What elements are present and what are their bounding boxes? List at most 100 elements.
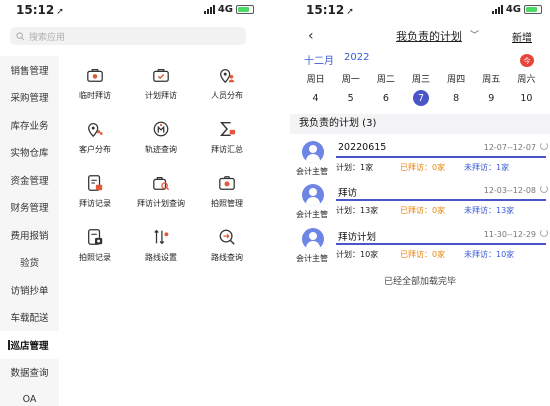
owner-role: 会计主管 <box>296 254 328 263</box>
plan-screen: 15:12 ➚ 4G ‹ 我负责的计划 ﹀ 新增 十二月 2022 今 周日 周一… <box>290 0 550 406</box>
plan-progress-bar <box>336 243 546 245</box>
month-header: 十二月 2022 <box>304 52 369 67</box>
plan-card[interactable]: 会计主管 20220615 12-07--12-07 计划：1家 已拜访：0家 … <box>290 140 550 182</box>
plan-date-range: 12-07--12-07 <box>483 143 536 152</box>
app-grid: 临时拜访 计划拜访 人员分布 客户分布 轨迹查询 拜访汇总 拜访记录 拜访计划查… <box>62 66 260 272</box>
sidebar-item-label: 库存业务 <box>10 120 49 132</box>
app-photo-management[interactable]: 拍照管理 <box>194 174 260 218</box>
app-label: 轨迹查询 <box>145 145 177 154</box>
status-time: 15:12 ➚ <box>16 3 64 17</box>
plan-date-range: 11-30--12-29 <box>483 230 536 239</box>
plan-count: 计划：10家 <box>336 250 379 259</box>
sidebar-item-label: 财务管理 <box>10 203 49 215</box>
app-visit-record[interactable]: 拜访记录 <box>62 174 128 218</box>
back-icon[interactable]: ‹ <box>308 28 314 44</box>
app-label: 拜访记录 <box>79 199 111 208</box>
app-label: 拍照记录 <box>79 253 111 262</box>
app-route-setting[interactable]: 路线设置 <box>128 228 194 272</box>
sidebar-item-oa[interactable]: OA <box>0 386 59 406</box>
unvisited-count: 未拜访：13家 <box>464 206 515 215</box>
status-right: 4G <box>203 4 254 15</box>
plan-stats: 计划：10家 已拜访：0家 未拜访：10家 <box>336 249 514 260</box>
sidebar-item-finance[interactable]: 财务管理 <box>0 194 59 222</box>
add-button[interactable]: 新增 <box>512 29 532 44</box>
plan-stats: 计划：13家 已拜访：0家 未拜访：13家 <box>336 205 514 216</box>
plan-date-range: 12-03--12-08 <box>483 186 536 195</box>
day-cell[interactable]: 8 <box>439 89 474 107</box>
app-visit-plan-query[interactable]: 拜访计划查询 <box>128 174 194 218</box>
day-cell[interactable]: 4 <box>298 89 333 107</box>
weekday-label: 周四 <box>447 75 466 85</box>
weekday-label: 周一 <box>341 75 360 85</box>
sidebar-item-label: OA <box>22 394 37 406</box>
visited-count: 已拜访：0家 <box>400 206 446 215</box>
plan-card[interactable]: 会计主管 拜访计划 11-30--12-29 计划：10家 已拜访：0家 未拜访… <box>290 227 550 269</box>
sidebar-item-label: 验货 <box>19 258 39 270</box>
plan-search-icon <box>153 176 170 191</box>
day-cell[interactable]: 9 <box>474 89 509 107</box>
day-cell[interactable]: 6 <box>368 89 403 107</box>
network-label: 4G <box>505 4 521 15</box>
app-visit-summary[interactable]: 拜访汇总 <box>194 120 260 164</box>
sidebar-item-inventory[interactable]: 库存业务 <box>0 111 59 139</box>
unvisited-count: 未拜访：10家 <box>464 250 515 259</box>
category-sidebar: 销售管理 采购管理 库存业务 实物仓库 资金管理 财务管理 费用报销 验货 访销… <box>0 56 59 406</box>
sidebar-item-label: 实物仓库 <box>10 148 49 160</box>
app-label: 拍照管理 <box>211 199 243 208</box>
app-customer-distribution[interactable]: 客户分布 <box>62 120 128 164</box>
search-placeholder: 搜索应用 <box>29 32 66 43</box>
app-photo-record[interactable]: 拍照记录 <box>62 228 128 272</box>
search-input[interactable]: 搜索应用 <box>10 27 246 45</box>
sidebar-item-purchase[interactable]: 采购管理 <box>0 84 59 112</box>
sidebar-item-sales[interactable]: 销售管理 <box>0 56 59 84</box>
sidebar-item-delivery[interactable]: 车载配送 <box>0 304 59 332</box>
app-track-query[interactable]: 轨迹查询 <box>128 120 194 164</box>
sidebar-item-inspection[interactable]: 验货 <box>0 249 59 277</box>
photo-record-icon <box>88 229 103 245</box>
sidebar-item-funds[interactable]: 资金管理 <box>0 166 59 194</box>
visited-count: 已拜访：0家 <box>400 163 446 172</box>
nav-bar: ‹ 我负责的计划 ﹀ 新增 <box>290 26 550 46</box>
sidebar-item-warehouse[interactable]: 实物仓库 <box>0 139 59 167</box>
sidebar-item-data-query[interactable]: 数据查询 <box>0 359 59 387</box>
day-cell[interactable]: 5 <box>333 89 368 107</box>
weekday-label: 周五 <box>482 75 501 85</box>
plan-title: 20220615 <box>338 142 387 153</box>
sidebar-item-store-patrol[interactable]: 巡店管理 <box>0 331 59 359</box>
sidebar-item-expense[interactable]: 费用报销 <box>0 221 59 249</box>
status-bar: 15:12 ➚ 4G <box>290 0 550 22</box>
app-staff-distribution[interactable]: 人员分布 <box>194 66 260 110</box>
month-label: 十二月 <box>304 56 334 67</box>
sidebar-item-label: 巡店管理 <box>10 340 49 352</box>
today-button[interactable]: 今 <box>520 54 534 67</box>
app-label: 拜访计划查询 <box>137 199 185 208</box>
plan-card[interactable]: 会计主管 拜访 12-03--12-08 计划：13家 已拜访：0家 未拜访：1… <box>290 183 550 225</box>
week-calendar: 周日 周一 周二 周三 周四 周五 周六 4 5 6 7 8 9 10 <box>298 72 544 107</box>
sidebar-item-label: 访销抄单 <box>10 285 49 297</box>
plan-progress-bar <box>336 199 546 201</box>
page-title[interactable]: 我负责的计划 <box>396 28 462 44</box>
sidebar-item-visit-order[interactable]: 访销抄单 <box>0 276 59 304</box>
location-arrow-icon: ➚ <box>346 7 354 17</box>
plan-count: 计划：1家 <box>336 163 374 172</box>
day-cell[interactable]: 10 <box>509 89 544 107</box>
pin-people-icon <box>220 68 235 84</box>
sidebar-item-label: 采购管理 <box>10 93 49 105</box>
sidebar-item-label: 销售管理 <box>10 65 49 77</box>
weekday-label: 周六 <box>517 75 536 85</box>
status-bar: 15:12 ➚ 4G <box>0 0 262 22</box>
avatar <box>302 141 324 163</box>
app-plan-visit[interactable]: 计划拜访 <box>128 66 194 110</box>
app-temp-visit[interactable]: 临时拜访 <box>62 66 128 110</box>
avatar <box>302 228 324 250</box>
chevron-down-icon[interactable]: ﹀ <box>470 28 479 41</box>
plan-stats: 计划：1家 已拜访：0家 未拜访：1家 <box>336 162 509 173</box>
network-label: 4G <box>217 4 233 15</box>
app-route-query[interactable]: 路线查询 <box>194 228 260 272</box>
plan-count: 计划：13家 <box>336 206 379 215</box>
bag-icon <box>87 68 103 82</box>
apps-screen: 15:12 ➚ 4G 搜索应用 销售管理 采购管理 库存业务 实物仓库 资金管理 … <box>0 0 262 406</box>
section-title: 我负责的计划 (3) <box>290 114 550 134</box>
weekday-label: 周二 <box>376 75 395 85</box>
day-cell-selected[interactable]: 7 <box>403 89 438 107</box>
